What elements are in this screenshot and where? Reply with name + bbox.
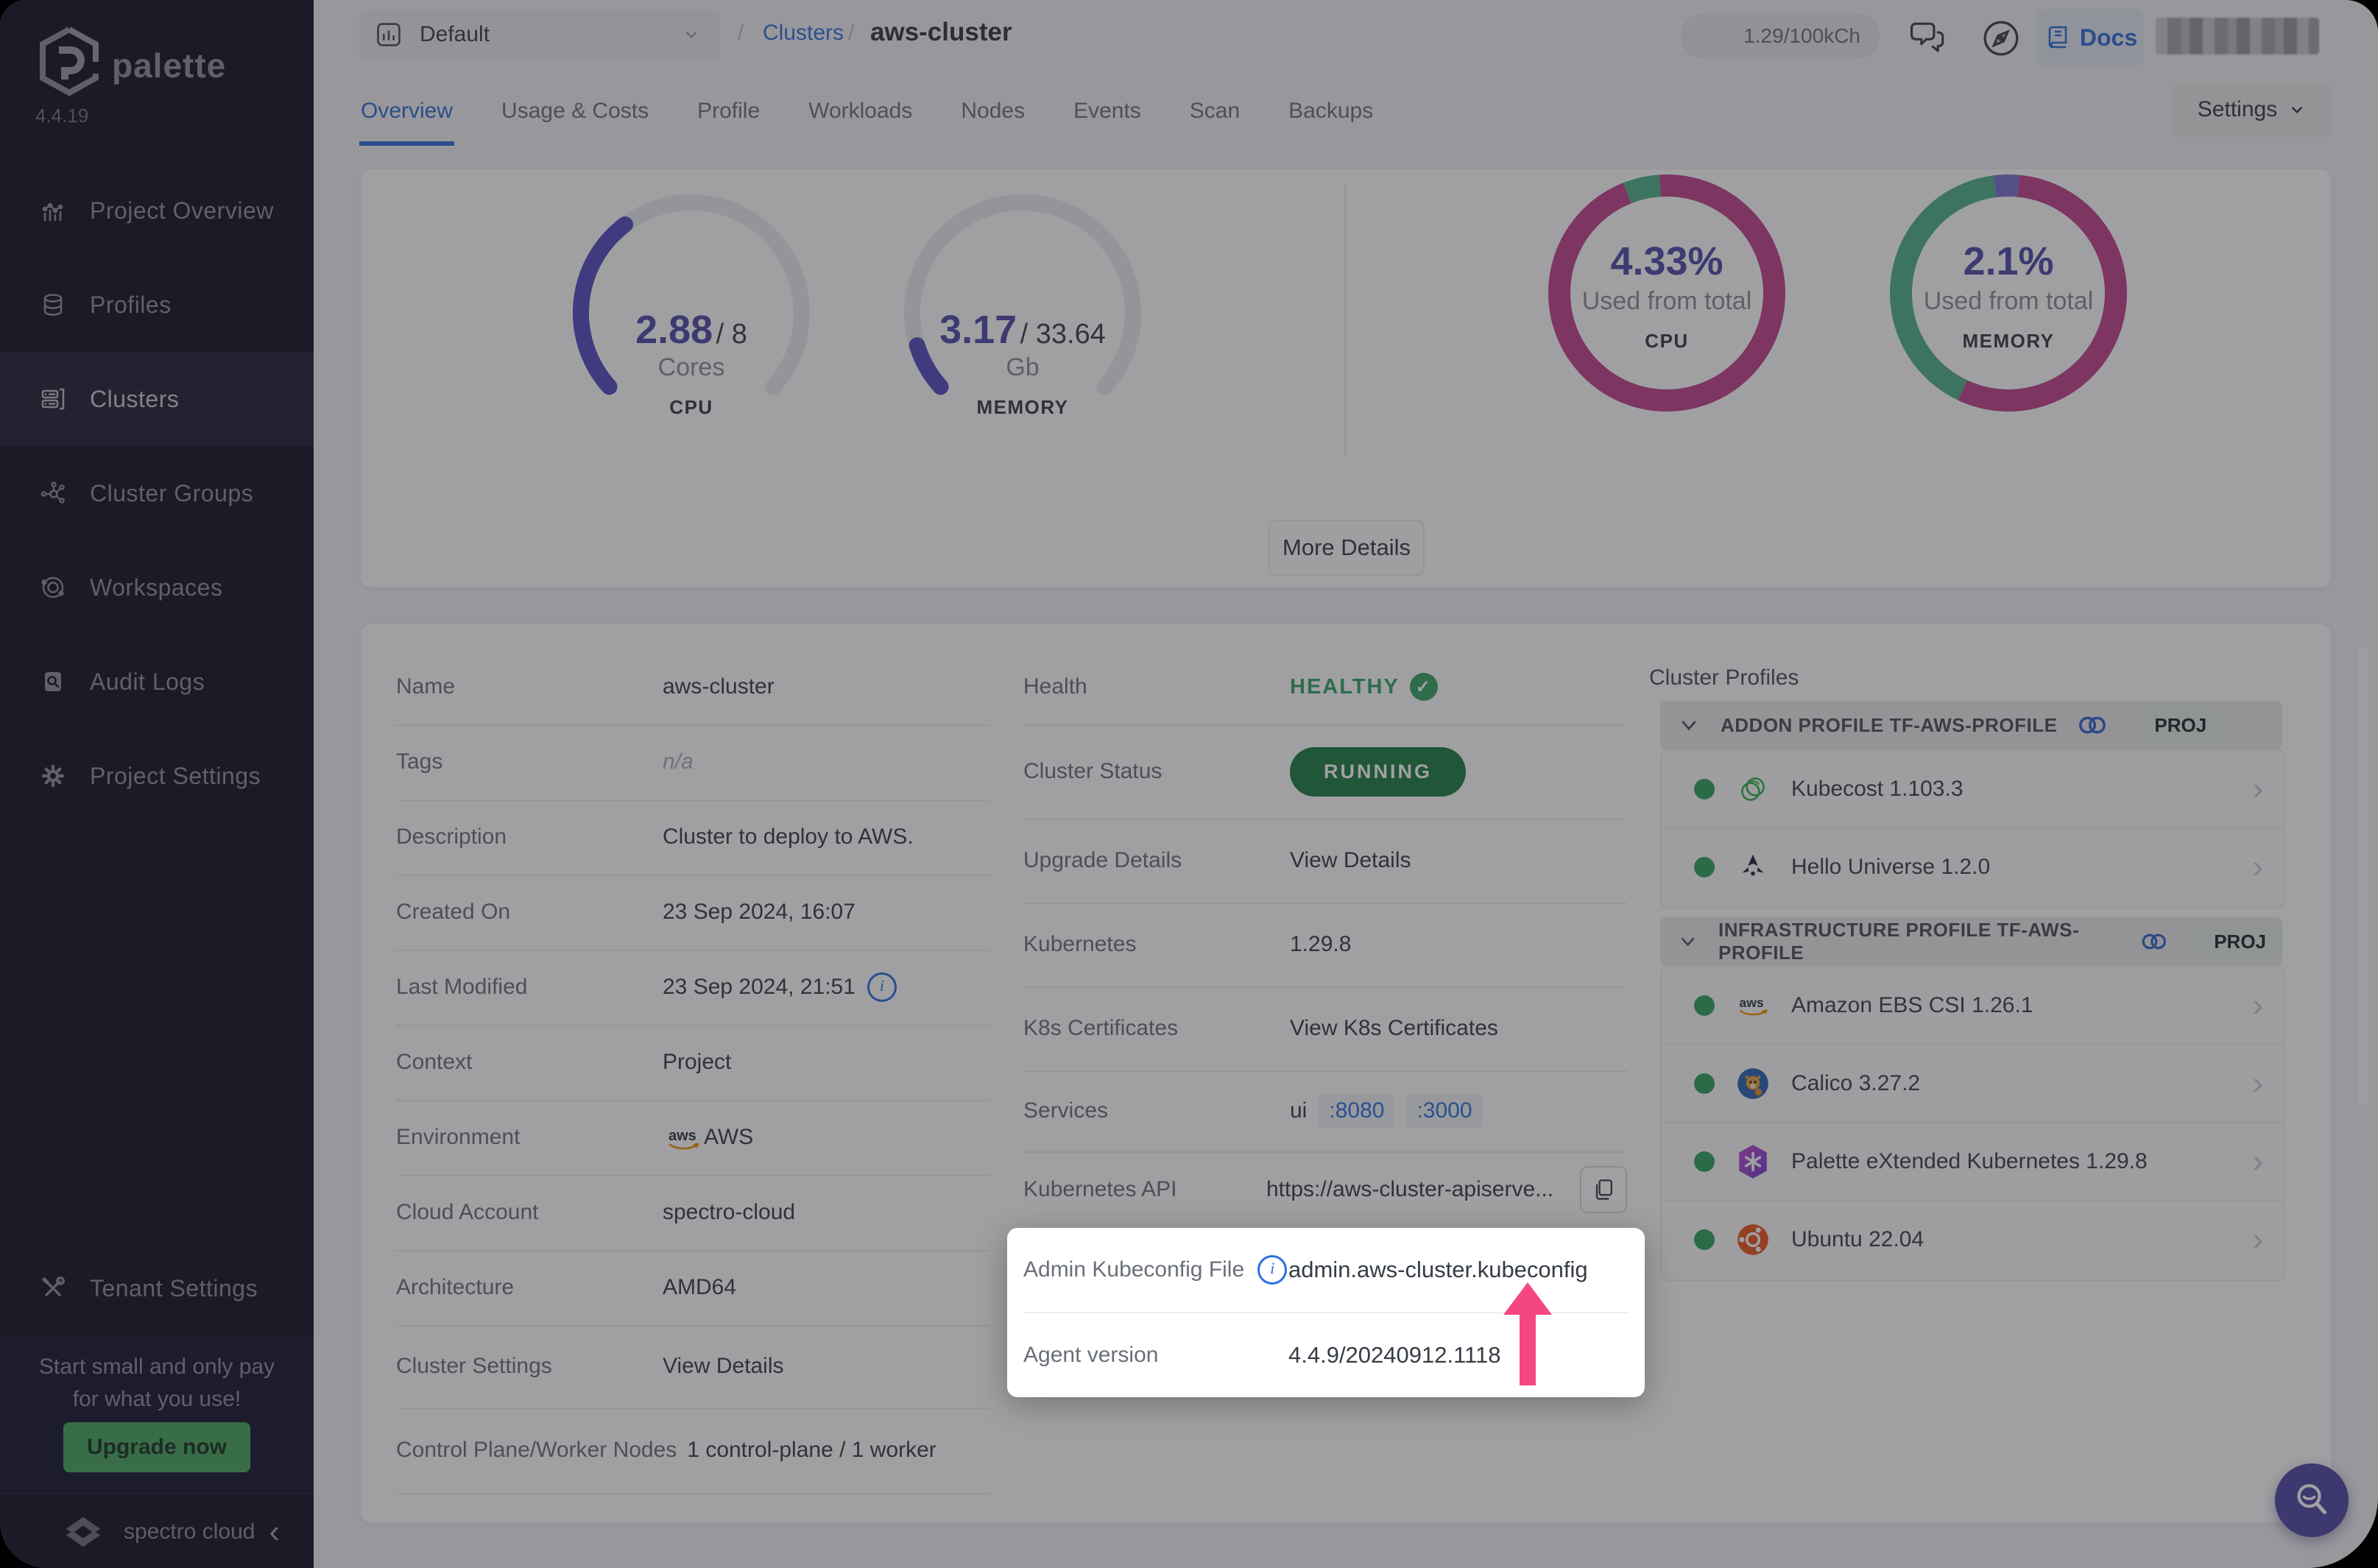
admin-kubeconfig-link[interactable]: admin.aws-cluster.kubeconfig [1288,1257,1588,1283]
app-window: palette 4.4.19 Project Overview Profiles… [0,0,2378,1568]
info-icon[interactable] [1257,1255,1288,1285]
annotation-arrow [1503,1282,1552,1385]
